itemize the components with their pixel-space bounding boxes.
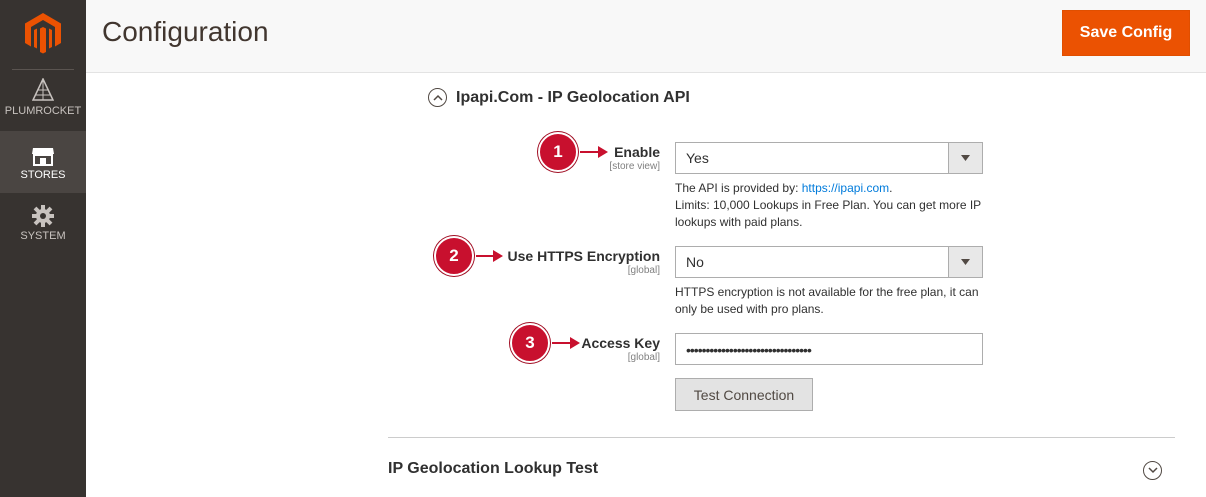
sidebar-item-stores[interactable]: STORES	[0, 131, 86, 193]
https-select[interactable]: No	[675, 246, 983, 278]
page-header: Configuration Save Config	[86, 0, 1206, 73]
annotation-badge-3: 3	[510, 323, 550, 363]
section-header-ipapi[interactable]: Ipapi.Com - IP Geolocation API	[428, 88, 690, 107]
annotation-arrow-2	[476, 255, 494, 257]
test-connection-button[interactable]: Test Connection	[675, 378, 813, 411]
section-title: Ipapi.Com - IP Geolocation API	[456, 88, 690, 106]
enable-label: Enable	[614, 144, 660, 160]
https-label: Use HTTPS Encryption	[507, 248, 660, 264]
annotation-badge-2: 2	[434, 236, 474, 276]
https-label-group: Use HTTPS Encryption [global]	[508, 248, 660, 276]
sidebar-item-label: SYSTEM	[20, 230, 66, 242]
enable-label-group: Enable [store view]	[609, 144, 660, 172]
access-key-scope: [global]	[627, 352, 660, 363]
enable-note-suffix: .	[889, 181, 893, 195]
access-key-input[interactable]: ••••••••••••••••••••••••••••••••	[675, 333, 983, 365]
https-select-value: No	[686, 254, 704, 270]
dropdown-arrow-icon	[948, 143, 982, 173]
arrow-right-icon	[570, 337, 580, 349]
chevron-up-icon	[428, 88, 447, 107]
arrow-right-icon	[493, 250, 503, 262]
magento-logo-icon[interactable]	[23, 12, 63, 54]
gear-icon	[32, 205, 54, 227]
https-scope: [global]	[627, 265, 660, 276]
enable-note-prefix: The API is provided by:	[675, 181, 802, 195]
dropdown-arrow-icon	[948, 247, 982, 277]
enable-select-value: Yes	[686, 150, 709, 166]
annotation-arrow-1	[580, 151, 600, 153]
access-key-label-group: Access Key [global]	[581, 335, 660, 363]
section-divider	[388, 437, 1175, 438]
enable-select[interactable]: Yes	[675, 142, 983, 174]
ipapi-link[interactable]: https://ipapi.com	[802, 181, 889, 195]
save-config-button[interactable]: Save Config	[1062, 10, 1190, 56]
enable-scope: [store view]	[609, 161, 660, 172]
plumrocket-icon	[32, 78, 54, 101]
lookup-section-title[interactable]: IP Geolocation Lookup Test	[388, 460, 598, 478]
annotation-arrow-3	[552, 342, 572, 344]
store-icon	[32, 148, 54, 166]
annotation-badge-1: 1	[538, 132, 578, 172]
page-title: Configuration	[102, 16, 269, 47]
enable-note-limits: Limits: 10,000 Lookups in Free Plan. You…	[675, 198, 981, 229]
sidebar-item-plumrocket[interactable]: PLUMROCKET	[0, 76, 86, 130]
sidebar-divider	[12, 69, 74, 70]
sidebar-item-label: PLUMROCKET	[4, 105, 82, 117]
sidebar-item-system[interactable]: SYSTEM	[0, 195, 86, 253]
https-note: HTTPS encryption is not available for th…	[675, 285, 979, 316]
access-key-label: Access Key	[581, 335, 660, 351]
sidebar-item-label: STORES	[20, 169, 66, 181]
arrow-right-icon	[598, 146, 608, 158]
enable-note: The API is provided by: https://ipapi.co…	[675, 180, 985, 231]
admin-sidebar: PLUMROCKET STORES SYSTEM	[0, 0, 86, 497]
chevron-down-icon[interactable]	[1143, 461, 1162, 480]
